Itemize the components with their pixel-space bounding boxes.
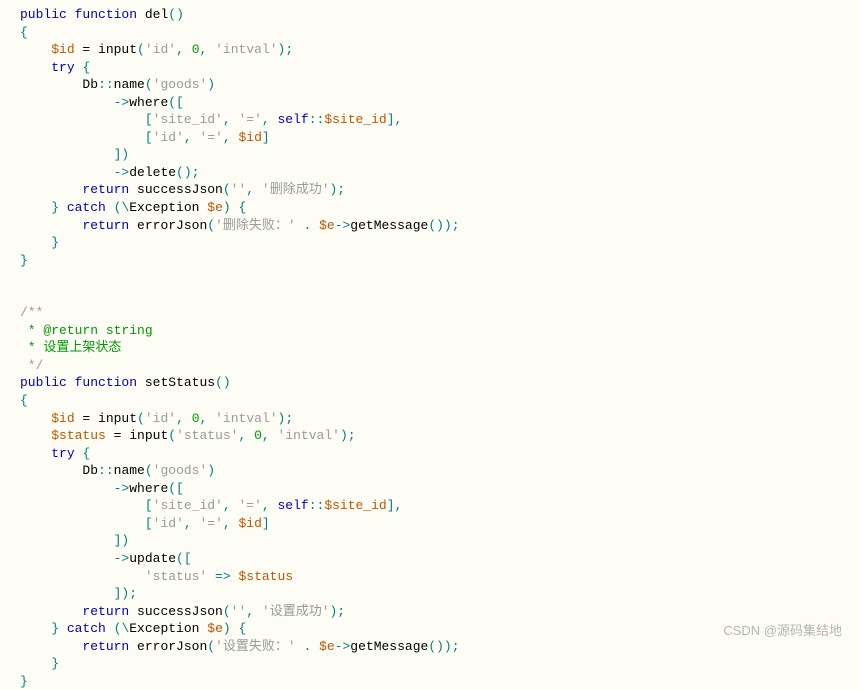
var-status: $status xyxy=(51,428,106,443)
code-content: public function del() { $id = input('id'… xyxy=(0,6,860,690)
docblock-close: */ xyxy=(20,358,43,373)
keyword-catch: catch xyxy=(59,200,114,215)
keyword-return: return xyxy=(82,182,129,197)
code-block: public function del() { $id = input('id'… xyxy=(0,0,860,690)
docblock-open: /** xyxy=(20,305,43,320)
fn-name: del xyxy=(145,7,168,22)
docblock-return: * @return string xyxy=(20,323,153,338)
fn-name-2: setStatus xyxy=(145,375,215,390)
keyword-try: try xyxy=(51,60,74,75)
docblock-desc: * 设置上架状态 xyxy=(20,340,121,355)
keyword-public: public xyxy=(20,7,67,22)
keyword-function: function xyxy=(75,7,137,22)
var-id: $id xyxy=(51,42,74,57)
